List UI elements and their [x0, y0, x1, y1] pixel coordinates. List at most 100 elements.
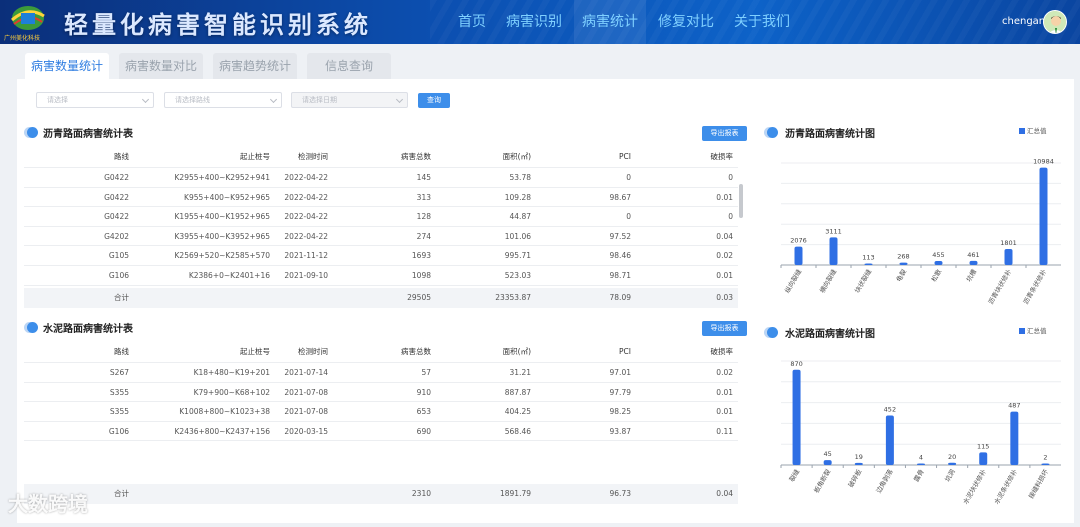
damage-rate-cell: 0.02 — [716, 368, 733, 377]
disease-count-cell: 690 — [416, 426, 431, 436]
table-row[interactable]: G4202 K3955+400~K3952+965 2022-04-22 274 101… — [24, 227, 738, 247]
table-row[interactable]: G105 K2569+520~K2585+570 2021-11-12 1693 995… — [24, 246, 738, 266]
route-cell: S267 — [109, 368, 129, 377]
bar — [829, 237, 838, 265]
route-cell: S355 — [109, 407, 129, 417]
pci-cell: 0 — [626, 212, 631, 222]
total-damage-rate: 0.03 — [716, 293, 733, 302]
inspection-date-cell: 2020-03-15 — [284, 426, 328, 436]
inspection-date-cell: 2021-07-14 — [284, 368, 328, 377]
disease-count-cell: 653 — [416, 407, 431, 417]
section-bullet-icon — [27, 127, 38, 138]
cement-chart-legend[interactable]: 汇总值 — [1019, 325, 1047, 335]
table-row[interactable]: G0422 K955+400~K952+965 2022-04-22 313 109.2… — [24, 188, 738, 208]
pci-cell: 93.87 — [609, 426, 631, 436]
tab-info-query[interactable]: 信息查询 — [307, 53, 391, 79]
date-select[interactable]: 请选择日期 — [291, 92, 408, 108]
tab-disease-count-compare[interactable]: 病害数量对比 — [119, 53, 203, 79]
table-row[interactable]: G0422 K1955+400~K1952+965 2022-04-22 128 44.… — [24, 207, 738, 227]
bar — [969, 260, 978, 265]
bar — [1010, 411, 1019, 465]
asphalt-table-scrollbar[interactable] — [739, 184, 743, 218]
pci-cell: 98.46 — [609, 251, 631, 261]
x-tick-label: 坑洞 — [943, 467, 958, 483]
asphalt-table: 路线 起止桩号 检测时间 病害总数 面积(㎡) PCI 破损率 G0422 K29… — [24, 146, 738, 286]
nav-repair-comparison[interactable]: 修复对比 — [650, 0, 722, 44]
cement-chart-title: 水泥路面病害统计图 — [785, 329, 875, 340]
bar — [934, 260, 943, 265]
username[interactable]: chengan — [1002, 16, 1045, 27]
bar — [864, 263, 873, 265]
table-row[interactable]: S355 K79+900~K68+102 2021-07-08 910 887.87 97… — [24, 383, 738, 403]
data-label: 870 — [790, 360, 802, 368]
nav-about-us[interactable]: 关于我们 — [726, 0, 798, 44]
x-tick-label: 沥青块状修补 — [986, 267, 1014, 306]
area-cell: 31.21 — [509, 368, 531, 377]
column-header: PCI — [619, 347, 631, 356]
tab-disease-trend-stats[interactable]: 病害趋势统计 — [213, 53, 297, 79]
x-tick-label: 坑槽 — [964, 267, 979, 283]
avatar[interactable] — [1043, 10, 1067, 34]
total-count: 29505 — [407, 293, 431, 302]
x-tick-label: 板角断裂 — [812, 467, 833, 494]
main-panel: 请选择 请选择路线 请选择日期 查询 沥青路面病害统计表 导出报表 路线 起止桩… — [17, 79, 1074, 523]
route-cell: G0422 — [104, 212, 129, 222]
table-row[interactable]: S355 K1008+800~K1023+38 2021-07-08 653 404.2… — [24, 402, 738, 422]
column-header: PCI — [619, 152, 631, 161]
data-label: 113 — [862, 254, 874, 262]
column-header: 面积(㎡) — [502, 347, 531, 356]
route-cell: G4202 — [104, 231, 129, 241]
chevron-down-icon — [395, 95, 404, 104]
stake-range-cell: K18+480~K19+201 — [193, 368, 270, 377]
table-row[interactable]: G106 K2386+0~K2401+16 2021-09-10 1098 523.03… — [24, 266, 738, 286]
watermark-text: 大数跨境 — [8, 492, 88, 516]
route-select[interactable]: 请选择路线 — [164, 92, 282, 108]
asphalt-total-row: 合计 29505 23353.87 78.09 0.03 — [24, 288, 738, 308]
data-label: 20 — [948, 453, 956, 461]
bar — [979, 452, 988, 465]
nav-disease-statistics[interactable]: 病害统计 — [574, 0, 646, 44]
route-cell: G105 — [108, 251, 129, 261]
stake-range-cell: K79+900~K68+102 — [193, 387, 270, 397]
asphalt-chart-legend[interactable]: 汇总值 — [1019, 125, 1047, 135]
total-pci: 96.73 — [609, 489, 631, 498]
column-header: 破损率 — [710, 152, 734, 161]
nav-home[interactable]: 首页 — [450, 0, 494, 44]
x-tick-label: 水泥块状修补 — [961, 467, 989, 506]
total-pci: 78.09 — [609, 293, 631, 302]
filter-select[interactable]: 请选择 — [36, 92, 154, 108]
pci-cell: 98.67 — [609, 192, 631, 202]
data-label: 1801 — [1000, 239, 1017, 247]
chevron-down-icon — [269, 95, 278, 104]
cement-export-button[interactable]: 导出报表 — [702, 321, 747, 336]
x-tick-label: 水泥条状修补 — [992, 467, 1020, 506]
total-area: 1891.79 — [499, 489, 531, 498]
table-row[interactable]: S267 K18+480~K19+201 2021-07-14 57 31.21 97.0… — [24, 363, 738, 383]
legend-label: 汇总值 — [1027, 127, 1047, 135]
nav-disease-recognition[interactable]: 病害识别 — [498, 0, 570, 44]
bar — [1041, 463, 1050, 465]
area-cell: 44.87 — [509, 212, 531, 222]
area-cell: 109.28 — [504, 192, 531, 202]
app-header: 广州美化科技 轻量化病害智能识别系统 首页 病害识别 病害统计 修复对比 关于我… — [0, 0, 1080, 44]
table-row[interactable]: G0422 K2955+400~K2952+941 2022-04-22 145 53.… — [24, 168, 738, 188]
asphalt-export-button[interactable]: 导出报表 — [702, 126, 747, 141]
column-header: 破损率 — [710, 347, 734, 356]
tab-disease-count-stats[interactable]: 病害数量统计 — [25, 53, 109, 79]
data-label: 461 — [967, 251, 979, 259]
disease-count-cell: 910 — [416, 387, 431, 397]
route-cell: S355 — [109, 387, 129, 397]
data-label: 268 — [897, 253, 909, 261]
column-header: 检测时间 — [298, 347, 328, 356]
total-count: 2310 — [411, 489, 431, 498]
column-header: 起止桩号 — [240, 152, 270, 161]
pci-cell: 0 — [626, 173, 631, 182]
stake-range-cell: K1008+800~K1023+38 — [179, 407, 270, 417]
cement-table: 路线 起止桩号 检测时间 病害总数 面积(㎡) PCI 破损率 S267 K18+… — [24, 341, 738, 442]
stake-range-cell: K3955+400~K3952+965 — [174, 231, 271, 241]
inspection-date-cell: 2022-04-22 — [284, 231, 328, 241]
x-tick-label: 松散 — [929, 267, 944, 283]
query-button[interactable]: 查询 — [418, 93, 450, 108]
bar — [792, 369, 801, 465]
table-row[interactable]: G106 K2436+800~K2437+156 2020-03-15 690 568.… — [24, 422, 738, 442]
